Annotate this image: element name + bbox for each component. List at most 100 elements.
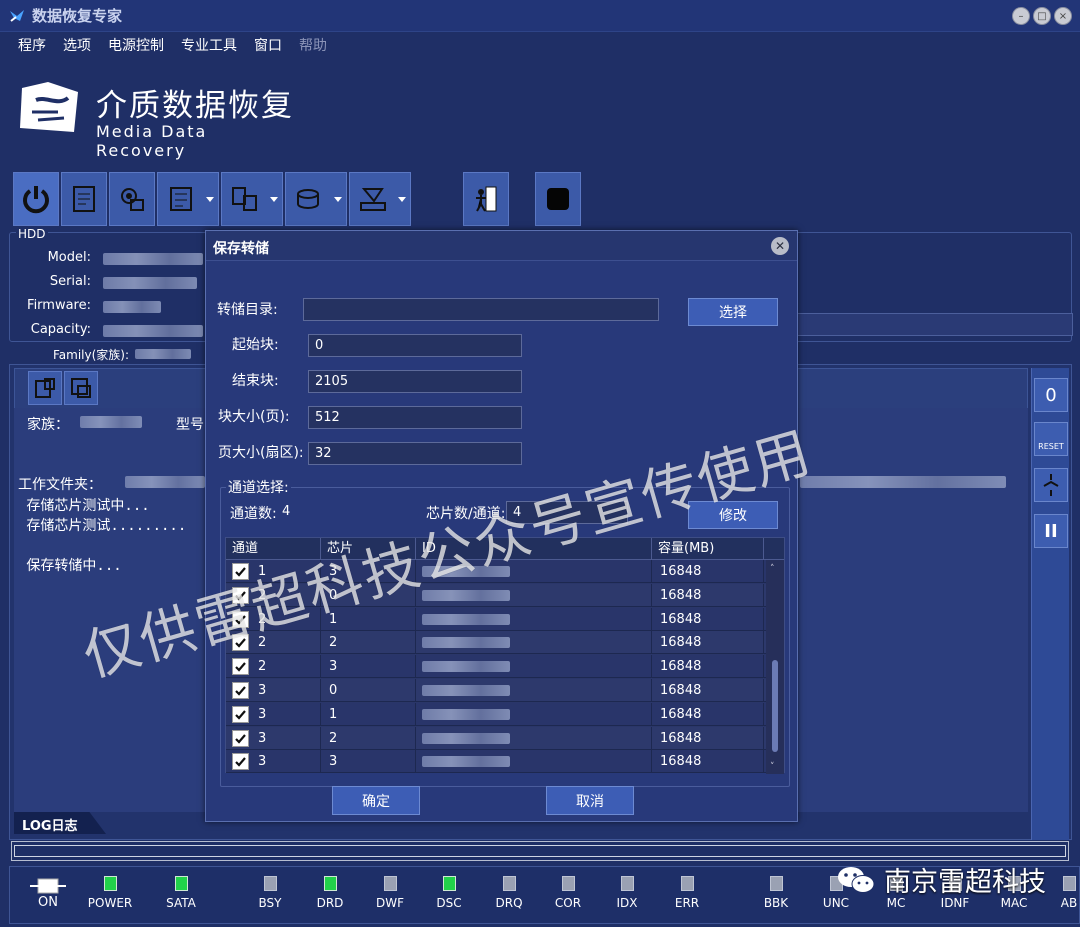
end-block-input[interactable]: 2105: [308, 370, 522, 393]
document-icon: [73, 186, 95, 212]
scroll-thumb[interactable]: [772, 660, 778, 752]
table-row[interactable]: 3 1 16848: [226, 702, 768, 726]
id-cell: [416, 655, 652, 679]
chip-cell: 3: [321, 750, 416, 774]
window-title: 数据恢复专家: [32, 7, 123, 25]
stop-button[interactable]: [535, 172, 581, 226]
start-block-label: 起始块:: [232, 337, 279, 353]
led-sata: SATA: [146, 876, 216, 910]
power-button[interactable]: [13, 172, 59, 226]
logo-en-text: Media Data Recovery: [96, 122, 208, 160]
model-value-redacted: [103, 253, 203, 265]
tool-dropdown-button[interactable]: [349, 172, 411, 226]
led-label: SATA: [166, 896, 196, 910]
chip-cell: 2: [321, 726, 416, 750]
chip-cell: 0: [321, 679, 416, 702]
minimize-button[interactable]: –: [1012, 7, 1030, 25]
exit-button[interactable]: [463, 172, 509, 226]
wechat-icon: [838, 866, 875, 893]
document-button[interactable]: [61, 172, 107, 226]
led-light-icon: [620, 876, 634, 891]
table-row[interactable]: 2 2 16848: [226, 631, 768, 655]
page-size-label: 页大小(扇区):: [218, 445, 304, 461]
channel-cell: 3: [226, 679, 321, 702]
start-block-input[interactable]: 0: [308, 334, 522, 357]
pause-button[interactable]: II: [1034, 514, 1068, 548]
progress-bar: [11, 841, 1069, 861]
id-cell: [416, 607, 652, 631]
table-row[interactable]: 3 2 16848: [226, 726, 768, 750]
scroll-up-icon[interactable]: ˄: [770, 564, 775, 574]
table-row[interactable]: 3 3 16848: [226, 750, 768, 774]
menu-help[interactable]: 帮助: [299, 35, 327, 55]
maximize-button[interactable]: □: [1033, 7, 1051, 25]
reset-label: RESET: [1038, 441, 1064, 451]
page-size-input[interactable]: 32: [308, 442, 522, 465]
led-light-icon: [383, 876, 397, 891]
table-row[interactable]: 2 3 16848: [226, 655, 768, 679]
menu-window[interactable]: 窗口: [254, 35, 282, 55]
cancel-button[interactable]: 取消: [546, 786, 634, 815]
id-cell: [416, 702, 652, 726]
load-file-button[interactable]: [28, 371, 62, 405]
scroll-down-icon[interactable]: ˅: [770, 762, 775, 772]
switch-button[interactable]: [1034, 468, 1068, 502]
id-cell: [416, 750, 652, 774]
table-row[interactable]: 3 0 16848: [226, 679, 768, 702]
right-tool-bar: 0 RESET II: [1031, 368, 1069, 840]
block-size-label: 块大小(页):: [218, 409, 290, 425]
chevron-down-icon: [398, 197, 406, 202]
reset-button[interactable]: RESET: [1034, 422, 1068, 456]
row-checkbox[interactable]: [232, 729, 249, 747]
id-redacted: [422, 685, 510, 696]
led-light-icon: [1062, 876, 1076, 891]
exit-icon: [476, 186, 497, 212]
led-light-icon: [103, 876, 117, 891]
dialog-title-bar: 保存转储 ✕: [206, 231, 797, 261]
circuit-dropdown-button[interactable]: [157, 172, 219, 226]
led-light-icon: [174, 876, 188, 891]
channel-count-label: 通道数:: [230, 506, 277, 522]
model-label: Model:: [47, 250, 91, 265]
channel-count-input[interactable]: 4: [276, 501, 376, 524]
row-checkbox[interactable]: [232, 753, 249, 771]
disk-dropdown-button[interactable]: [285, 172, 347, 226]
row-checkbox[interactable]: [232, 658, 249, 676]
menu-power-control[interactable]: 电源控制: [108, 35, 164, 55]
gear-chip-icon: [121, 188, 144, 211]
row-checkbox[interactable]: [232, 705, 249, 723]
channel-value: 3: [258, 754, 267, 770]
dialog-close-icon[interactable]: ✕: [771, 237, 789, 255]
channel-value: 3: [258, 706, 267, 722]
block-size-input[interactable]: 512: [308, 406, 522, 429]
channel-cell: 3: [226, 750, 321, 774]
row-checkbox[interactable]: [232, 682, 249, 699]
chevron-down-icon: [270, 197, 278, 202]
choose-button[interactable]: 选择: [688, 298, 778, 326]
close-button[interactable]: ×: [1054, 7, 1072, 25]
settings-button[interactable]: [109, 172, 155, 226]
led-light-icon: [323, 876, 337, 891]
capacity-cell: 16848: [652, 679, 764, 702]
chips-dropdown-button[interactable]: [221, 172, 283, 226]
ok-button[interactable]: 确定: [332, 786, 420, 815]
menu-pro-tools[interactable]: 专业工具: [181, 35, 237, 55]
zero-fill-button[interactable]: 0: [1034, 378, 1068, 412]
menu-options[interactable]: 选项: [63, 35, 91, 55]
main-toolbar: [13, 172, 581, 226]
dump-dir-input[interactable]: [303, 298, 659, 321]
chip-cell: 3: [321, 655, 416, 679]
hdd-side-field: [797, 313, 1073, 336]
firmware-value-redacted: [103, 301, 161, 313]
chip-cell: 1: [321, 702, 416, 726]
folder-chip-icon: [35, 378, 55, 398]
table-scrollbar[interactable]: ˄ ˅: [766, 560, 784, 774]
checkmark-icon: [235, 686, 246, 696]
tool-icon: [360, 188, 386, 211]
menu-program[interactable]: 程序: [18, 35, 46, 55]
save-file-button[interactable]: [64, 371, 98, 405]
logo-cn-text: 介质数据恢复: [96, 88, 294, 124]
capacity-cell: 16848: [652, 750, 764, 774]
id-cell: [416, 726, 652, 750]
led-err: ERR: [652, 876, 722, 910]
